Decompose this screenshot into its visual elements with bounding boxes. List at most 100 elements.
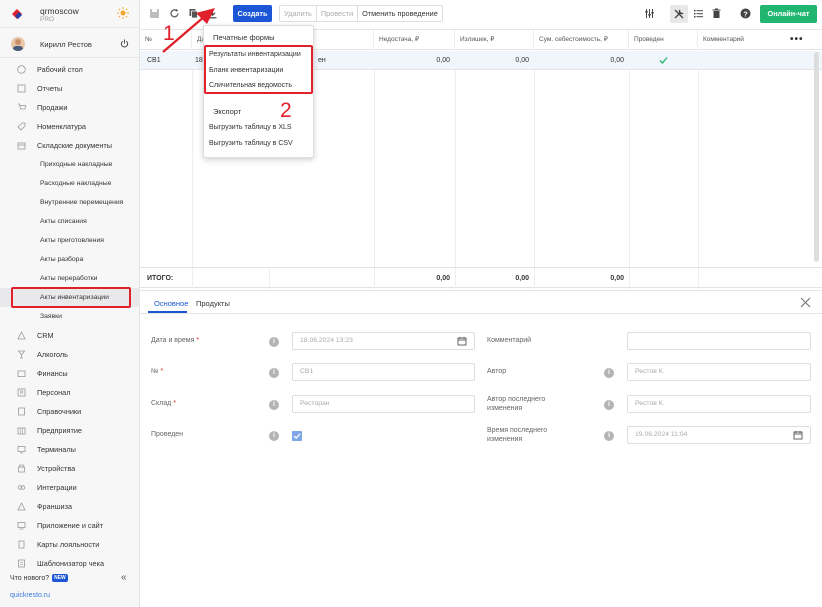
box-icon <box>17 142 26 150</box>
tab-main[interactable]: Основное <box>154 299 188 308</box>
card-icon <box>18 540 25 549</box>
last-author-label: Автор последнего изменения <box>487 396 546 412</box>
brand-tier: PRO <box>40 16 55 23</box>
number-input[interactable]: СВ1 <box>292 363 475 381</box>
nav-item-sales[interactable]: Продажи <box>0 98 140 117</box>
info-icon[interactable]: i <box>269 431 279 441</box>
nav-item-warehouse-docs[interactable]: Складские документы <box>0 136 140 155</box>
comment-label: Комментарий <box>487 337 532 344</box>
column-settings-icon[interactable] <box>644 8 655 19</box>
power-icon[interactable] <box>120 39 129 48</box>
link-icon <box>17 485 26 490</box>
menu-item-export-xls[interactable]: Выгрузить таблицу в XLS <box>209 124 292 131</box>
datetime-label: Дата и время * <box>151 337 200 344</box>
delete-button[interactable]: Удалить <box>280 6 317 21</box>
nav-subitem[interactable]: Акты разбора <box>0 250 140 269</box>
nav-item-integrations[interactable]: Интеграции <box>0 478 140 497</box>
total-shortage: 0,00 <box>436 275 450 282</box>
calendar-icon[interactable] <box>793 430 803 440</box>
dashboard-icon <box>17 65 26 74</box>
list-view-icon[interactable] <box>693 8 704 19</box>
online-chat-button[interactable]: Онлайн-чат <box>760 5 817 23</box>
last-time-input[interactable]: 19.06.2024 11:04 <box>627 426 811 444</box>
sidebar: qrmoscow PRO Кирилл Рестов Рабочий стол … <box>0 0 140 607</box>
post-button[interactable]: Провести <box>317 6 359 21</box>
nav-subitem[interactable]: Акты приготовления <box>0 231 140 250</box>
total-surplus: 0,00 <box>515 275 529 282</box>
info-icon[interactable]: i <box>269 400 279 410</box>
nav-item-app-site[interactable]: Приложение и сайт <box>0 516 140 535</box>
nav-item-directories[interactable]: Справочники <box>0 402 140 421</box>
total-cost: 0,00 <box>610 275 624 282</box>
warehouse-label: Склад * <box>151 400 176 407</box>
col-cost[interactable]: Сум. себестоимость, ₽ <box>534 30 629 50</box>
nav-item-crm[interactable]: CRM <box>0 326 140 345</box>
nav-item-reports[interactable]: Отчеты <box>0 79 140 98</box>
nav-subitem[interactable]: Акты переработки <box>0 269 140 288</box>
save-icon[interactable] <box>149 8 160 19</box>
nav-item-alcohol[interactable]: Алкоголь <box>0 345 140 364</box>
new-badge: NEW <box>52 574 68 582</box>
copy-icon[interactable] <box>188 8 199 19</box>
document-actions: Удалить Провести Отменить проведение <box>279 5 443 22</box>
annotation-box-print-forms <box>204 45 313 94</box>
user-block: Кирилл Рестов <box>0 29 140 58</box>
menu-item-export-csv[interactable]: Выгрузить таблицу в CSV <box>209 140 293 147</box>
totals-row: ИТОГО: 0,00 0,00 0,00 <box>140 267 822 289</box>
datetime-input[interactable]: 18.06.2024 13:23 <box>292 332 475 350</box>
nav-item-nomenclature[interactable]: Номенклатура <box>0 117 140 136</box>
nav-item-franchise[interactable]: Франшиза <box>0 497 140 516</box>
col-shortage[interactable]: Недостача, ₽ <box>374 30 455 50</box>
device-icon <box>18 464 25 473</box>
info-icon[interactable]: i <box>604 400 614 410</box>
nav-item-dashboard[interactable]: Рабочий стол <box>0 60 140 79</box>
info-icon[interactable]: i <box>269 337 279 347</box>
posted-checkbox[interactable] <box>292 431 302 441</box>
footer-site-link[interactable]: quickresto.ru <box>10 592 50 599</box>
create-button[interactable]: Создать <box>233 5 272 22</box>
help-icon[interactable]: ? <box>740 8 751 19</box>
avatar[interactable] <box>11 37 25 51</box>
comment-input[interactable] <box>627 332 811 350</box>
wallet-icon <box>17 370 26 377</box>
nav-subitem[interactable]: Внутренние перемещения <box>0 193 140 212</box>
close-icon[interactable] <box>800 297 811 308</box>
tab-products[interactable]: Продукты <box>196 299 230 308</box>
col-posted[interactable]: Проведен <box>629 30 698 50</box>
nav-item-personnel[interactable]: Персонал <box>0 383 140 402</box>
checkbox-check-icon <box>293 433 301 440</box>
cell-place: ен <box>318 57 326 64</box>
nav-item-loyalty[interactable]: Карты лояльности <box>0 535 140 554</box>
info-icon[interactable]: i <box>269 368 279 378</box>
more-options-icon[interactable]: ••• <box>790 34 804 45</box>
calendar-icon[interactable] <box>457 336 467 346</box>
nav-item-receipt[interactable]: Шаблонизатор чека <box>0 554 140 573</box>
refresh-icon[interactable] <box>169 8 180 19</box>
trash-icon[interactable] <box>711 8 722 19</box>
user-name: Кирилл Рестов <box>40 40 92 49</box>
warehouse-input[interactable]: Ресторан <box>292 395 475 413</box>
nav-item-terminals[interactable]: Терминалы <box>0 440 140 459</box>
book-icon <box>18 407 25 416</box>
last-author-input[interactable]: Рестов К. <box>627 395 811 413</box>
collapse-sidebar-icon[interactable]: « <box>121 572 127 583</box>
nav-subitem[interactable]: Расходные накладные <box>0 174 140 193</box>
nav-subitem[interactable]: Акты списания <box>0 212 140 231</box>
nav-subitem[interactable]: Приходные накладные <box>0 155 140 174</box>
whats-new-link[interactable]: Что нового? NEW <box>10 574 68 582</box>
info-icon[interactable]: i <box>604 368 614 378</box>
annotation-box-inventory <box>11 287 131 308</box>
nav-item-devices[interactable]: Устройства <box>0 459 140 478</box>
author-input[interactable]: Рестов К. <box>627 363 811 381</box>
table-scrollbar[interactable] <box>814 52 819 262</box>
unpost-button[interactable]: Отменить проведение <box>358 6 442 21</box>
nav-subitem[interactable]: Заявки <box>0 307 140 326</box>
download-icon[interactable] <box>207 8 218 19</box>
col-surplus[interactable]: Излишек, ₽ <box>455 30 534 50</box>
nav-item-enterprise[interactable]: Предприятие <box>0 421 140 440</box>
tools-button[interactable] <box>670 5 688 23</box>
brand-block: qrmoscow PRO <box>0 0 140 28</box>
nav-item-finance[interactable]: Финансы <box>0 364 140 383</box>
info-icon[interactable]: i <box>604 431 614 441</box>
sun-icon[interactable] <box>117 7 129 19</box>
